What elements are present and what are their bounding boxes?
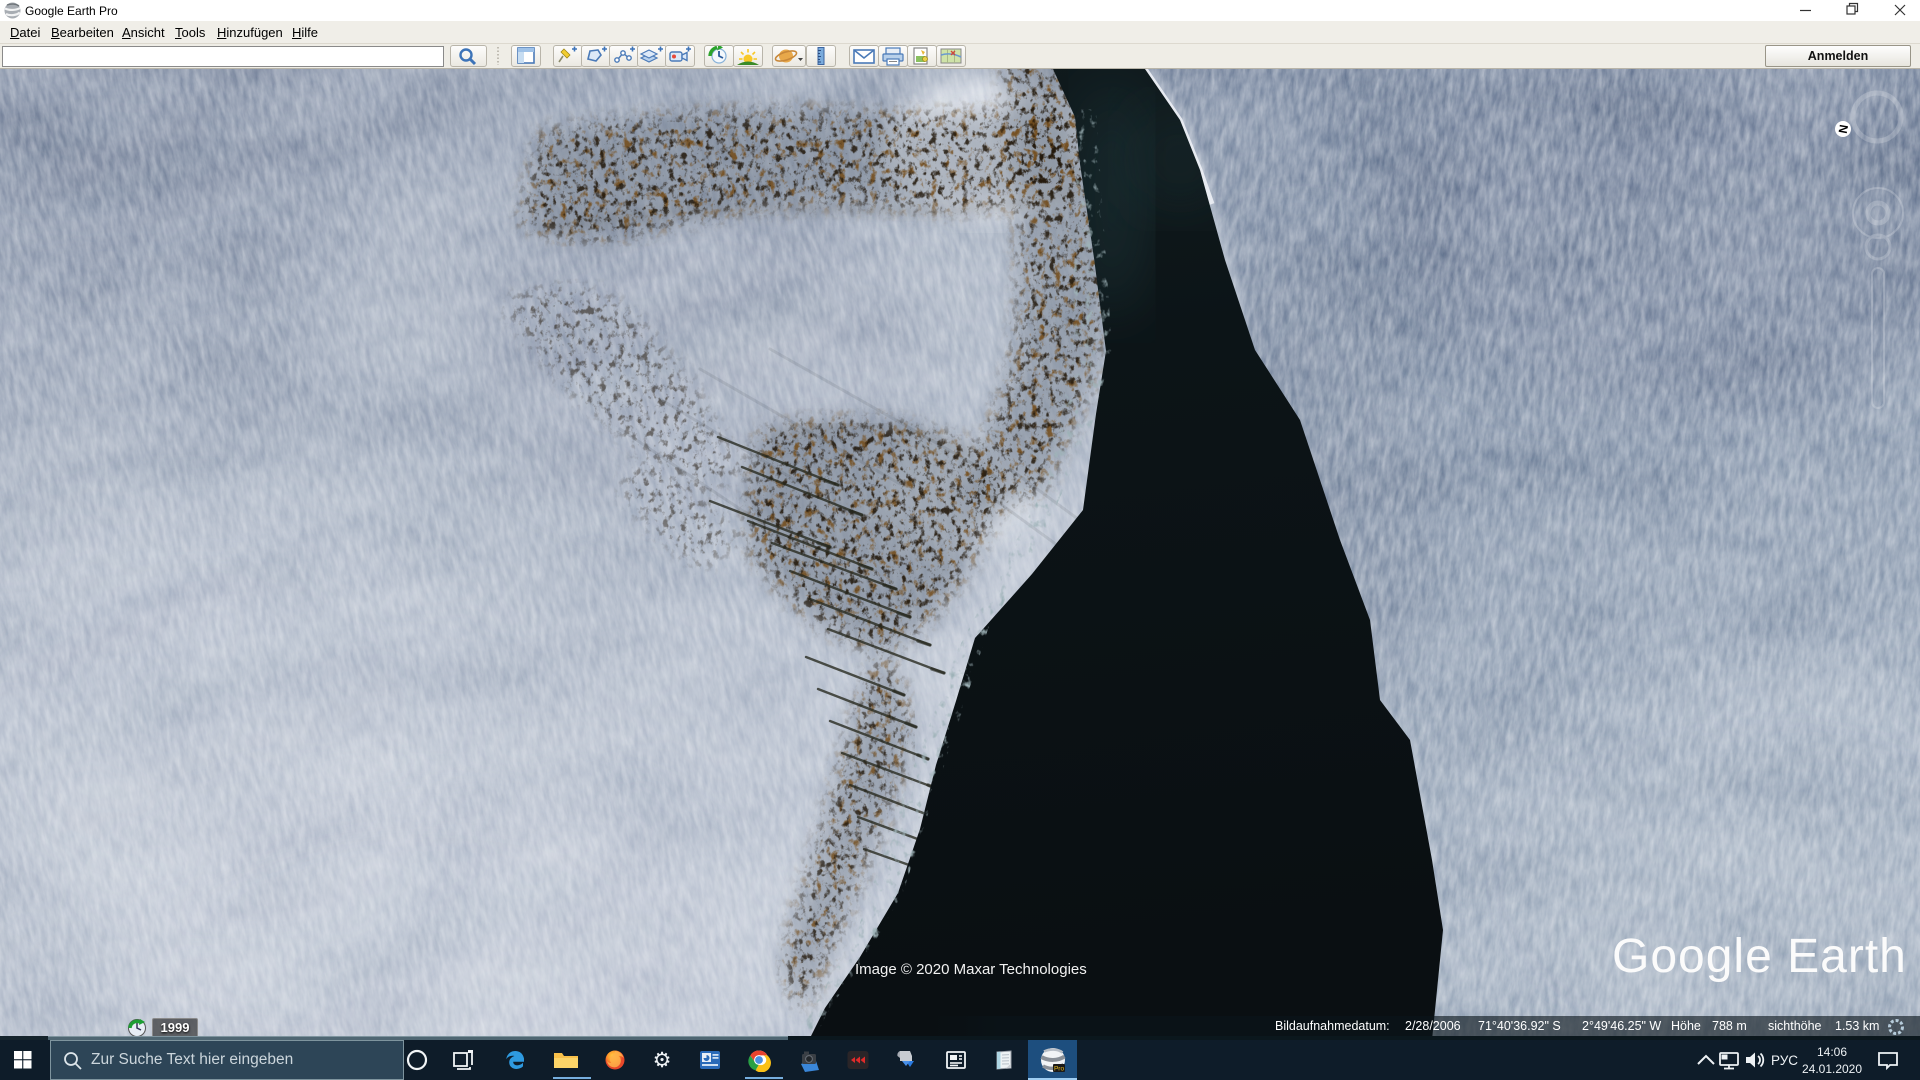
svg-text:⚙: ⚙ bbox=[653, 1049, 672, 1072]
svg-text:Pro: Pro bbox=[1054, 1066, 1065, 1073]
